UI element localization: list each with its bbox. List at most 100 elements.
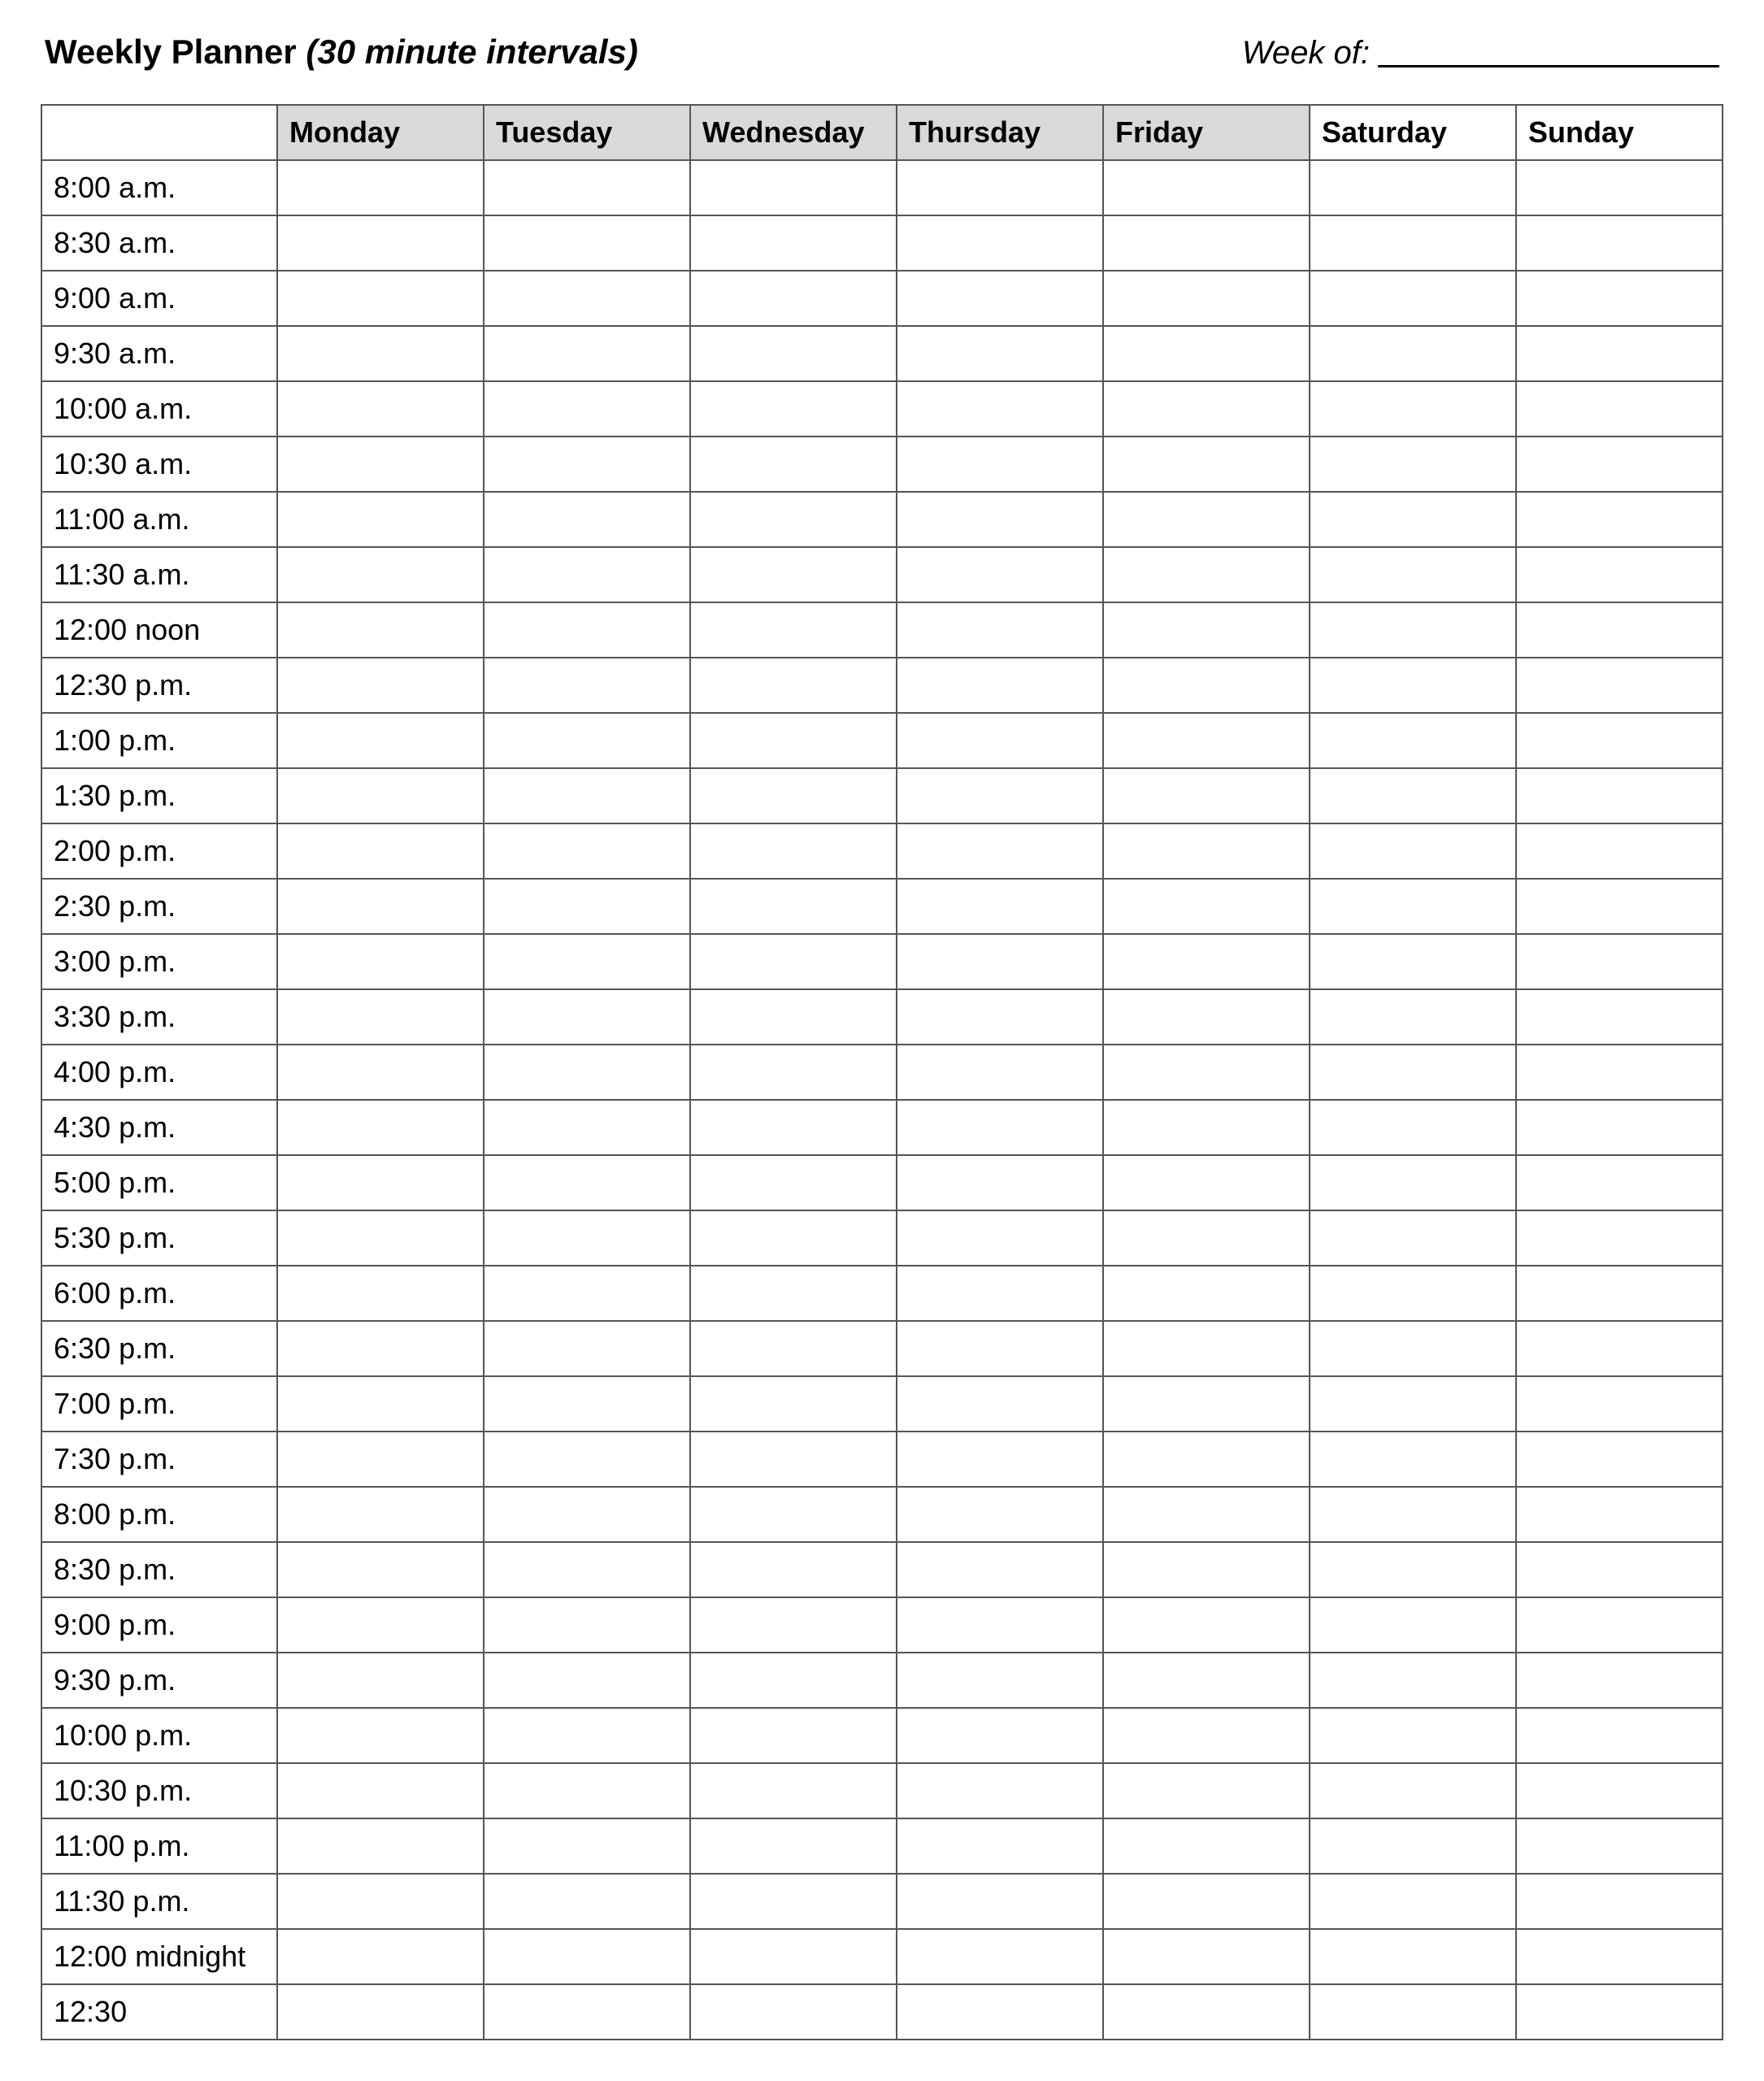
planner-cell[interactable] bbox=[277, 1542, 484, 1597]
planner-cell[interactable] bbox=[690, 1376, 897, 1432]
planner-cell[interactable] bbox=[277, 879, 484, 934]
planner-cell[interactable] bbox=[277, 326, 484, 381]
planner-cell[interactable] bbox=[1516, 602, 1723, 658]
planner-cell[interactable] bbox=[1103, 437, 1310, 492]
planner-cell[interactable] bbox=[484, 1100, 690, 1155]
planner-cell[interactable] bbox=[484, 713, 690, 768]
planner-cell[interactable] bbox=[690, 492, 897, 547]
planner-cell[interactable] bbox=[1310, 1432, 1516, 1487]
planner-cell[interactable] bbox=[897, 1597, 1103, 1653]
planner-cell[interactable] bbox=[277, 1155, 484, 1210]
planner-cell[interactable] bbox=[1310, 1929, 1516, 1984]
planner-cell[interactable] bbox=[277, 1045, 484, 1100]
planner-cell[interactable] bbox=[1103, 768, 1310, 823]
planner-cell[interactable] bbox=[277, 1210, 484, 1266]
planner-cell[interactable] bbox=[897, 768, 1103, 823]
planner-cell[interactable] bbox=[1516, 326, 1723, 381]
planner-cell[interactable] bbox=[1310, 271, 1516, 326]
planner-cell[interactable] bbox=[1516, 1874, 1723, 1929]
planner-cell[interactable] bbox=[277, 1984, 484, 2040]
planner-cell[interactable] bbox=[690, 713, 897, 768]
planner-cell[interactable] bbox=[1516, 989, 1723, 1045]
planner-cell[interactable] bbox=[690, 879, 897, 934]
planner-cell[interactable] bbox=[1103, 989, 1310, 1045]
planner-cell[interactable] bbox=[484, 1487, 690, 1542]
planner-cell[interactable] bbox=[1103, 713, 1310, 768]
planner-cell[interactable] bbox=[690, 823, 897, 879]
planner-cell[interactable] bbox=[1310, 1818, 1516, 1874]
planner-cell[interactable] bbox=[897, 492, 1103, 547]
planner-cell[interactable] bbox=[1516, 1653, 1723, 1708]
planner-cell[interactable] bbox=[277, 1763, 484, 1818]
planner-cell[interactable] bbox=[1310, 215, 1516, 271]
planner-cell[interactable] bbox=[277, 492, 484, 547]
planner-cell[interactable] bbox=[484, 381, 690, 437]
planner-cell[interactable] bbox=[1516, 879, 1723, 934]
planner-cell[interactable] bbox=[1310, 1984, 1516, 2040]
planner-cell[interactable] bbox=[690, 658, 897, 713]
planner-cell[interactable] bbox=[1516, 658, 1723, 713]
planner-cell[interactable] bbox=[690, 1542, 897, 1597]
planner-cell[interactable] bbox=[484, 602, 690, 658]
planner-cell[interactable] bbox=[897, 1321, 1103, 1376]
planner-cell[interactable] bbox=[1310, 879, 1516, 934]
planner-cell[interactable] bbox=[277, 1653, 484, 1708]
planner-cell[interactable] bbox=[897, 1376, 1103, 1432]
planner-cell[interactable] bbox=[277, 768, 484, 823]
planner-cell[interactable] bbox=[484, 160, 690, 215]
planner-cell[interactable] bbox=[690, 1984, 897, 2040]
planner-cell[interactable] bbox=[484, 1155, 690, 1210]
planner-cell[interactable] bbox=[277, 1874, 484, 1929]
planner-cell[interactable] bbox=[484, 934, 690, 989]
planner-cell[interactable] bbox=[690, 1597, 897, 1653]
planner-cell[interactable] bbox=[690, 768, 897, 823]
planner-cell[interactable] bbox=[1103, 823, 1310, 879]
planner-cell[interactable] bbox=[1103, 1376, 1310, 1432]
planner-cell[interactable] bbox=[897, 713, 1103, 768]
planner-cell[interactable] bbox=[484, 1984, 690, 2040]
planner-cell[interactable] bbox=[1310, 658, 1516, 713]
planner-cell[interactable] bbox=[1310, 1266, 1516, 1321]
planner-cell[interactable] bbox=[1103, 1542, 1310, 1597]
planner-cell[interactable] bbox=[1310, 492, 1516, 547]
planner-cell[interactable] bbox=[1310, 1376, 1516, 1432]
planner-cell[interactable] bbox=[1103, 879, 1310, 934]
planner-cell[interactable] bbox=[484, 1653, 690, 1708]
planner-cell[interactable] bbox=[897, 215, 1103, 271]
planner-cell[interactable] bbox=[277, 1597, 484, 1653]
planner-cell[interactable] bbox=[1310, 1542, 1516, 1597]
planner-cell[interactable] bbox=[1516, 271, 1723, 326]
planner-cell[interactable] bbox=[690, 934, 897, 989]
planner-cell[interactable] bbox=[1103, 1155, 1310, 1210]
planner-cell[interactable] bbox=[1103, 1100, 1310, 1155]
planner-cell[interactable] bbox=[1310, 381, 1516, 437]
planner-cell[interactable] bbox=[1103, 1266, 1310, 1321]
planner-cell[interactable] bbox=[897, 1818, 1103, 1874]
planner-cell[interactable] bbox=[1516, 713, 1723, 768]
planner-cell[interactable] bbox=[484, 1542, 690, 1597]
planner-cell[interactable] bbox=[690, 1487, 897, 1542]
planner-cell[interactable] bbox=[1516, 768, 1723, 823]
planner-cell[interactable] bbox=[484, 492, 690, 547]
planner-cell[interactable] bbox=[277, 1266, 484, 1321]
planner-cell[interactable] bbox=[484, 658, 690, 713]
planner-cell[interactable] bbox=[897, 160, 1103, 215]
planner-cell[interactable] bbox=[277, 381, 484, 437]
planner-cell[interactable] bbox=[690, 1874, 897, 1929]
planner-cell[interactable] bbox=[690, 271, 897, 326]
planner-cell[interactable] bbox=[897, 326, 1103, 381]
planner-cell[interactable] bbox=[1310, 823, 1516, 879]
planner-cell[interactable] bbox=[277, 989, 484, 1045]
planner-cell[interactable] bbox=[690, 1321, 897, 1376]
planner-cell[interactable] bbox=[897, 437, 1103, 492]
planner-cell[interactable] bbox=[1516, 1487, 1723, 1542]
planner-cell[interactable] bbox=[1516, 492, 1723, 547]
planner-cell[interactable] bbox=[897, 381, 1103, 437]
planner-cell[interactable] bbox=[1310, 934, 1516, 989]
planner-cell[interactable] bbox=[1103, 1432, 1310, 1487]
planner-cell[interactable] bbox=[1516, 1929, 1723, 1984]
planner-cell[interactable] bbox=[277, 934, 484, 989]
planner-cell[interactable] bbox=[1516, 1266, 1723, 1321]
planner-cell[interactable] bbox=[1103, 326, 1310, 381]
planner-cell[interactable] bbox=[690, 437, 897, 492]
